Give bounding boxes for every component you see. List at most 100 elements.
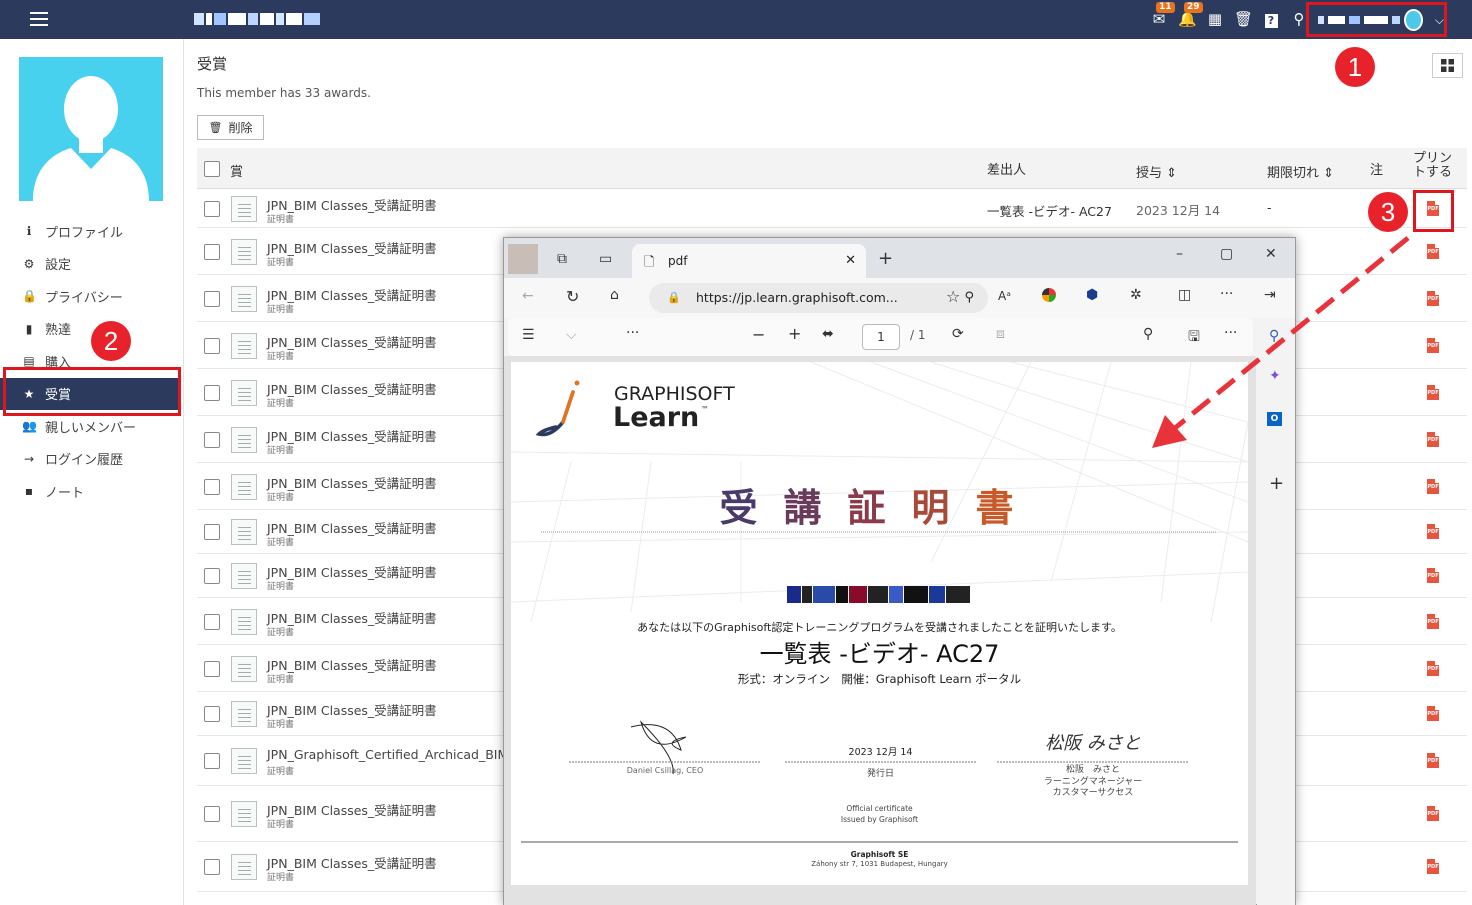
fit-page-icon[interactable]: ⬌	[822, 326, 834, 342]
bar-chart-icon: ▮	[25, 321, 33, 336]
column-expires[interactable]: 期限切れ ⇕	[1267, 162, 1334, 181]
print-pdf-icon[interactable]: PDF	[1427, 338, 1439, 353]
extensions-puzzle-icon[interactable]: ✲	[1130, 287, 1142, 303]
minimize-icon[interactable]: –	[1176, 246, 1183, 262]
awards-count-text: This member has 33 awards.	[197, 86, 371, 100]
close-tab-icon[interactable]: ✕	[845, 253, 856, 268]
tab-actions-icon[interactable]: ▭	[599, 251, 612, 267]
row-checkbox[interactable]	[204, 753, 220, 769]
print-pdf-icon[interactable]: PDF	[1427, 859, 1439, 874]
row-checkbox[interactable]	[204, 479, 220, 495]
hamburger-menu-icon[interactable]	[30, 12, 48, 27]
page-number-input[interactable]: 1	[862, 324, 900, 350]
profile-avatar[interactable]	[19, 57, 163, 201]
site-logo[interactable]	[194, 13, 320, 25]
favorite-star-icon[interactable]: ☆	[946, 287, 960, 306]
tab-pdf[interactable]: 🗋 pdf ✕	[632, 244, 866, 278]
rotate-icon[interactable]: ⟳	[952, 326, 964, 342]
award-type: 証明書	[267, 305, 295, 315]
sidebar-item-profile[interactable]: ℹ プロファイル	[0, 215, 184, 248]
print-pdf-icon[interactable]: PDF	[1427, 614, 1439, 629]
row-checkbox[interactable]	[204, 244, 220, 260]
sidebar-item-settings[interactable]: ⚙ 設定	[0, 248, 184, 281]
title-char: 受	[719, 486, 784, 530]
print-pdf-icon[interactable]: PDF	[1427, 706, 1439, 721]
course-format: 形式：オンライン 開催：Graphisoft Learn ポータル	[737, 672, 1022, 686]
new-tab-icon[interactable]: +	[878, 248, 893, 269]
search-icon[interactable]: ⚲	[1269, 328, 1279, 344]
sidebar-toggle-icon[interactable]: ⇥	[1264, 287, 1276, 303]
print-pdf-icon[interactable]: PDF	[1427, 291, 1439, 306]
row-checkbox[interactable]	[204, 614, 220, 630]
zoom-out-icon[interactable]: −	[752, 325, 765, 344]
trash-icon[interactable]: 🗑	[1234, 8, 1253, 30]
copilot-icon[interactable]: ✦	[1269, 368, 1281, 384]
pdf-search-icon[interactable]: ⚲	[1143, 326, 1153, 342]
print-pdf-icon[interactable]: PDF	[1427, 244, 1439, 259]
contents-list-icon[interactable]: ☰	[522, 327, 535, 343]
print-pdf-icon[interactable]: PDF	[1427, 524, 1439, 539]
select-all-checkbox[interactable]	[204, 161, 220, 177]
row-checkbox[interactable]	[204, 568, 220, 584]
column-issuer[interactable]: 差出人	[987, 159, 1026, 178]
row-checkbox[interactable]	[204, 385, 220, 401]
print-pdf-icon[interactable]: PDF	[1427, 479, 1439, 494]
row-checkbox[interactable]	[204, 291, 220, 307]
print-pdf-icon[interactable]: PDF	[1427, 385, 1439, 400]
sidebar-item-login-history[interactable]: → ログイン履歴	[0, 443, 184, 476]
split-screen-icon[interactable]: ◫	[1178, 287, 1191, 303]
zoom-in-icon[interactable]: +	[788, 324, 801, 343]
collections-icon[interactable]: ⧉	[557, 251, 567, 267]
extension-hex-icon[interactable]: ⬢	[1086, 287, 1098, 303]
pdf-more-icon[interactable]: ···	[626, 325, 639, 341]
default-person-icon	[33, 76, 149, 201]
home-icon[interactable]: ⌂	[610, 287, 619, 303]
mail-icon[interactable]: ✉ 11	[1150, 2, 1175, 30]
certificate-page: GRAPHISOFT Learn ™ 受講証明書 あなたは以下のGraphiso…	[511, 362, 1248, 885]
print-pdf-icon[interactable]: PDF	[1427, 753, 1439, 768]
row-checkbox[interactable]	[204, 338, 220, 354]
print-pdf-icon[interactable]: PDF	[1427, 806, 1439, 821]
zoom-icon[interactable]: ⚲	[964, 283, 974, 313]
url-input[interactable]: 🔒 https://jp.learn.graphisoft.com... ⚲	[649, 283, 988, 313]
page-view-icon[interactable]: ⧈	[996, 326, 1005, 342]
certificate-doc-icon	[231, 286, 257, 312]
issue-date: 2023 12月 14	[848, 747, 913, 758]
add-app-icon[interactable]: +	[1269, 473, 1284, 494]
delete-button[interactable]: 🗑 削除	[197, 115, 264, 140]
outlook-icon[interactable]: O	[1267, 409, 1282, 426]
column-issued[interactable]: 授与 ⇕	[1136, 162, 1177, 181]
bell-icon[interactable]: 🔔 29	[1178, 2, 1203, 30]
row-checkbox[interactable]	[204, 661, 220, 677]
row-checkbox[interactable]	[204, 706, 220, 722]
print-pdf-icon[interactable]: PDF	[1427, 661, 1439, 676]
maximize-icon[interactable]: ▢	[1220, 246, 1233, 262]
close-window-icon[interactable]: ✕	[1265, 246, 1277, 262]
extension-colorful-icon[interactable]	[1042, 288, 1056, 306]
row-checkbox[interactable]	[204, 859, 220, 875]
more-menu-icon[interactable]: ···	[1220, 286, 1233, 302]
row-checkbox[interactable]	[204, 806, 220, 822]
calendar-icon[interactable]: ▦	[1206, 8, 1224, 30]
award-type: 証明書	[267, 493, 295, 503]
row-checkbox[interactable]	[204, 201, 220, 217]
award-type: 証明書	[267, 215, 295, 225]
help-icon[interactable]: ?	[1262, 8, 1280, 30]
top-icon-bar: ✉ 11 🔔 29 ▦ 🗑 ? ⚲	[1150, 2, 1308, 30]
highlight-icon[interactable]: ⌵	[566, 327, 577, 343]
sidebar-item-privacy[interactable]: 🔒 プライバシー	[0, 280, 184, 313]
print-pdf-icon[interactable]: PDF	[1427, 432, 1439, 447]
save-icon[interactable]: 🖫	[1188, 326, 1200, 350]
pdf-overflow-icon[interactable]: ···	[1224, 325, 1237, 341]
award-name-link[interactable]: JPN_Graphisoft_Certified_Archicad_BIM	[267, 747, 508, 762]
read-aloud-icon[interactable]: Aᵃ	[998, 289, 1011, 303]
profile-thumbnail[interactable]	[508, 244, 538, 274]
sidebar-item-notes[interactable]: ▪ ノート	[0, 475, 184, 508]
back-icon[interactable]: ←	[522, 288, 534, 304]
print-pdf-icon[interactable]: PDF	[1427, 568, 1439, 583]
column-award[interactable]: 賞	[230, 161, 243, 180]
row-checkbox[interactable]	[204, 524, 220, 540]
row-checkbox[interactable]	[204, 432, 220, 448]
refresh-icon[interactable]: ↻	[566, 287, 579, 306]
grid-view-button[interactable]	[1432, 53, 1463, 78]
